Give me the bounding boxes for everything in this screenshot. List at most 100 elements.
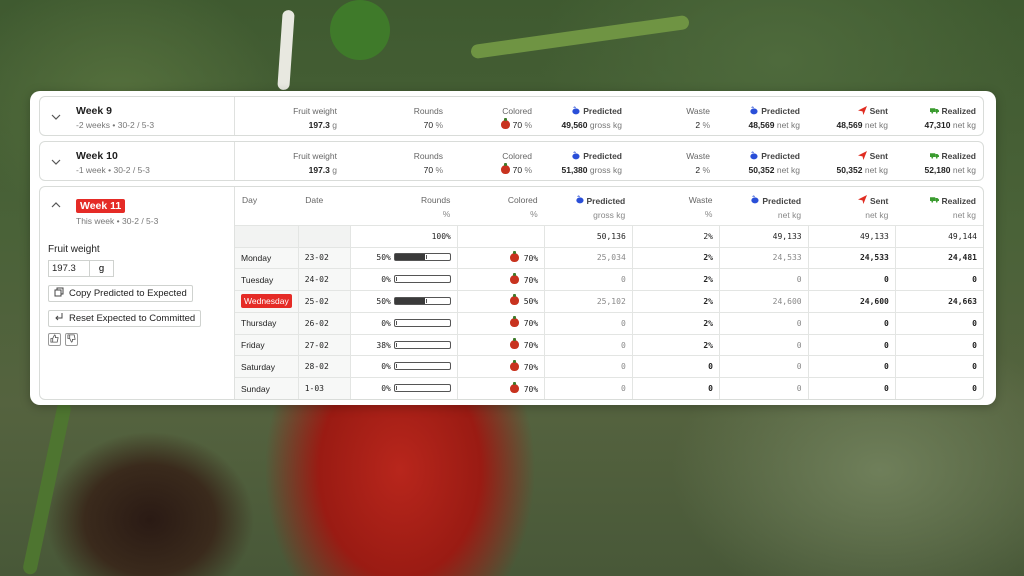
rounds-slider[interactable] [393, 275, 451, 284]
summary-unit: net kg [776, 165, 800, 175]
header-date: Date [305, 195, 324, 205]
thumbs-down-icon[interactable] [65, 333, 78, 346]
colored-cell[interactable]: 70% [456, 355, 545, 378]
fruit-weight-unit: g [90, 260, 114, 277]
summary-label: Fruit weight [293, 151, 337, 161]
waste-cell[interactable]: 2% [631, 246, 720, 269]
week-row[interactable]: Week 10 -1 week • 30-2 / 5-3 Fruit weigh… [39, 141, 984, 181]
day-label: Thursday [241, 318, 277, 329]
pepper-icon [509, 381, 519, 393]
summary-label: Rounds [413, 106, 443, 116]
rounds-slider[interactable] [393, 296, 451, 305]
sent-cell[interactable]: 0 [807, 268, 896, 291]
truck-icon [929, 106, 939, 117]
waste-cell[interactable]: 0 [631, 355, 720, 378]
chevron-up-icon[interactable] [50, 199, 64, 213]
day-cell: Wednesday [235, 290, 299, 313]
rounds-slider-handle[interactable] [426, 255, 428, 260]
rounds-slider-handle[interactable] [426, 298, 428, 303]
rounds-cell[interactable]: 38% [350, 333, 458, 356]
rounds-slider-handle[interactable] [395, 277, 397, 282]
reset-expected-button[interactable]: Reset Expected to Committed [48, 310, 202, 327]
rounds-slider[interactable] [393, 318, 451, 327]
rounds-slider[interactable] [393, 340, 451, 349]
summary-value: 70 [512, 165, 523, 175]
total-waste[interactable]: 2% [631, 224, 720, 247]
rounds-cell[interactable]: 0% [350, 355, 458, 378]
rounds-cell[interactable]: 0% [350, 268, 458, 291]
summary-value: 48,569 [836, 120, 863, 130]
header-predicted-net: Predicted net kg [719, 187, 808, 225]
waste-cell[interactable]: 2% [631, 311, 720, 335]
week-row-expanded: Week 11 This week • 30-2 / 5-3 Fruit wei… [39, 186, 984, 400]
rounds-slider-handle[interactable] [395, 386, 397, 391]
rounds-slider[interactable] [393, 362, 451, 371]
pepper-icon [509, 359, 519, 371]
summary-rounds: Rounds 70 % [343, 142, 449, 180]
sent-cell[interactable]: 0 [807, 333, 896, 356]
total-sent[interactable]: 49,133 [807, 224, 896, 247]
fruit-weight-input[interactable]: 197.3 [48, 260, 90, 277]
waste-cell[interactable]: 2% [631, 333, 720, 356]
waste-cell[interactable]: 2% [631, 268, 720, 291]
rounds-cell[interactable]: 0% [350, 377, 458, 399]
chevron-down-icon[interactable] [50, 111, 64, 125]
summary-realized: Realized 47,310 net kg [894, 97, 982, 135]
waste-cell[interactable]: 0 [631, 377, 720, 399]
colored-cell[interactable]: 70% [456, 246, 545, 269]
week-row[interactable]: Week 9 -2 weeks • 30-2 / 5-3 Fruit weigh… [39, 96, 984, 136]
sent-cell[interactable]: 24,533 [807, 246, 896, 269]
rounds-cell[interactable]: 50% [350, 246, 458, 269]
summary-value: 50,352 [748, 165, 775, 175]
pepper-icon [501, 118, 511, 129]
fruit-weight-label: Fruit weight [48, 244, 100, 255]
week-subtitle: -1 week • 30-2 / 5-3 [76, 165, 150, 175]
rounds-slider-handle[interactable] [395, 320, 397, 325]
rounds-slider-handle[interactable] [395, 342, 397, 347]
week-settings: Week 11 This week • 30-2 / 5-3 Fruit wei… [40, 187, 235, 399]
colored-cell[interactable]: 70% [456, 268, 545, 291]
rounds-slider[interactable] [393, 253, 451, 262]
total-predicted-net: 49,133 [718, 224, 809, 247]
rounds-cell[interactable]: 50% [350, 290, 458, 313]
colored-cell[interactable]: 70% [456, 311, 545, 335]
rounds-slider-handle[interactable] [395, 364, 397, 369]
rounds-value: 0% [381, 384, 391, 394]
rounds-value: 38% [376, 340, 391, 350]
day-cell: Thursday [235, 311, 299, 335]
colored-cell[interactable]: 70% [456, 333, 545, 356]
colored-cell[interactable]: 50% [456, 290, 545, 313]
summary-unit: g [332, 165, 337, 175]
summary-value: 70 [512, 120, 523, 130]
copy-predicted-button[interactable]: Copy Predicted to Expected [48, 285, 193, 302]
predicted-net-cell: 24,533 [718, 246, 809, 269]
predicted-gross-cell: 0 [544, 311, 633, 335]
total-rounds[interactable]: 100% [350, 224, 458, 247]
waste-cell[interactable]: 2% [631, 290, 720, 313]
header-predicted-gross: Predicted gross kg [545, 187, 633, 225]
pepper-icon [509, 272, 519, 284]
sent-cell[interactable]: 0 [807, 355, 896, 378]
sent-cell[interactable]: 0 [807, 377, 896, 399]
sent-cell[interactable]: 0 [807, 311, 896, 335]
summary-unit: net kg [952, 165, 976, 175]
colored-cell[interactable]: 70% [456, 377, 545, 399]
rounds-cell[interactable]: 0% [350, 311, 458, 335]
thumbs-up-icon[interactable] [48, 333, 61, 346]
predicted-icon [750, 195, 759, 206]
realized-cell: 24,663 [894, 290, 983, 313]
week-title-badge: Week 11 [76, 199, 126, 213]
truck-icon [929, 195, 939, 206]
realized-cell: 0 [894, 311, 983, 335]
day-cell: Friday [235, 333, 299, 356]
summary-value: 47,310 [924, 120, 951, 130]
pepper-icon [509, 316, 519, 328]
rounds-slider[interactable] [393, 384, 451, 393]
day-label: Wednesday [241, 294, 292, 309]
table-row: Sunday 1-03 0% 70% 0 0 0 0 0 [235, 377, 983, 399]
sent-cell[interactable]: 24,600 [807, 290, 896, 313]
chevron-down-icon[interactable] [50, 156, 64, 170]
predicted-net-cell: 0 [718, 268, 809, 291]
predicted-net-cell: 0 [718, 333, 809, 356]
predicted-gross-cell: 0 [544, 333, 633, 356]
